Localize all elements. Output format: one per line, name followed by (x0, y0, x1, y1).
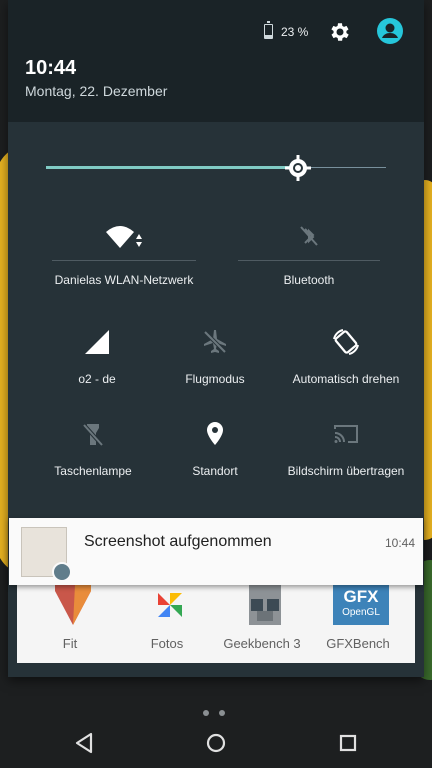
recents-icon[interactable] (335, 730, 361, 756)
back-icon[interactable] (71, 730, 97, 756)
bluetooth-off-icon (300, 226, 318, 246)
app-name: Fotos (150, 636, 184, 651)
page-dot (219, 710, 225, 716)
app-item[interactable]: Geekbench 3 (217, 585, 307, 663)
photos-app-icon (158, 593, 182, 617)
image-icon (52, 562, 72, 582)
brightness-icon[interactable] (285, 155, 311, 181)
tile-cellular[interactable]: o2 - de (32, 326, 162, 390)
notification-title: Screenshot aufgenommen (84, 533, 272, 550)
notification-time: 10:44 (384, 536, 415, 550)
app-item[interactable]: Fotos (122, 585, 212, 663)
tile-cast[interactable]: Bildschirm übertragen (284, 418, 408, 482)
tile-airplane[interactable]: Flugmodus (150, 326, 280, 390)
app-tray-notification[interactable]: Fit Fotos Geekbench 3 GFX OpenGL GFXBenc… (17, 585, 415, 663)
brightness-track-active (46, 166, 298, 169)
tile-flashlight-label: Taschenlampe (54, 464, 132, 478)
flashlight-off-icon (82, 423, 104, 447)
status-header: 23 % 10:44 Montag, 22. Dezember (8, 0, 424, 122)
app-item[interactable]: GFX OpenGL GFXBench (313, 585, 403, 663)
app-name: Geekbench 3 (223, 636, 301, 651)
home-icon[interactable] (203, 730, 229, 756)
tile-location-label: Standort (192, 464, 238, 478)
battery-percentage: 23 % (281, 25, 309, 39)
brightness-track-inactive (310, 167, 386, 168)
tile-divider (238, 260, 380, 261)
cast-icon (334, 425, 358, 443)
tile-flashlight[interactable]: Taschenlampe (28, 418, 158, 482)
tile-bluetooth-label: Bluetooth (283, 273, 335, 287)
tile-rotate-label: Automatisch drehen (292, 372, 400, 386)
battery-fill (265, 35, 272, 38)
tile-cast-label: Bildschirm übertragen (287, 464, 405, 478)
wifi-icon (106, 226, 142, 248)
gfxbench-logo-text: GFX (343, 587, 379, 606)
clock-time: 10:44 (25, 57, 77, 79)
tile-bluetooth[interactable]: Bluetooth (238, 214, 380, 294)
signal-icon (85, 330, 109, 354)
geekbench-app-icon (249, 585, 281, 625)
page-indicator (203, 703, 235, 721)
tile-location[interactable]: Standort (150, 418, 280, 482)
tile-wifi-label: Danielas WLAN-Netzwerk (54, 273, 194, 287)
gear-icon[interactable] (328, 20, 352, 44)
auto-rotate-icon (333, 329, 359, 355)
page-dot (203, 710, 209, 716)
brightness-slider[interactable] (46, 155, 386, 181)
tile-wifi[interactable]: Danielas WLAN-Netzwerk (52, 214, 196, 294)
tile-airplane-label: Flugmodus (185, 372, 245, 386)
app-name: GFXBench (326, 636, 390, 651)
tile-divider (52, 260, 196, 261)
screenshot-thumbnail (21, 527, 72, 582)
fit-app-icon (55, 585, 91, 625)
gfxbench-app-icon: GFX OpenGL (333, 585, 389, 625)
airplane-off-icon (203, 330, 227, 354)
battery-icon (264, 21, 273, 39)
tile-cellular-label: o2 - de (78, 372, 116, 386)
location-pin-icon (207, 422, 223, 445)
avatar[interactable] (376, 17, 404, 45)
clock-date[interactable]: Montag, 22. Dezember (25, 83, 167, 99)
screenshot-notification[interactable]: Screenshot aufgenommen 10:44 (9, 518, 423, 585)
gfxbench-logo-subtext: OpenGL (342, 607, 380, 618)
tile-rotate[interactable]: Automatisch drehen (284, 326, 408, 390)
app-item[interactable]: Fit (25, 585, 115, 663)
app-name: Fit (62, 636, 78, 651)
